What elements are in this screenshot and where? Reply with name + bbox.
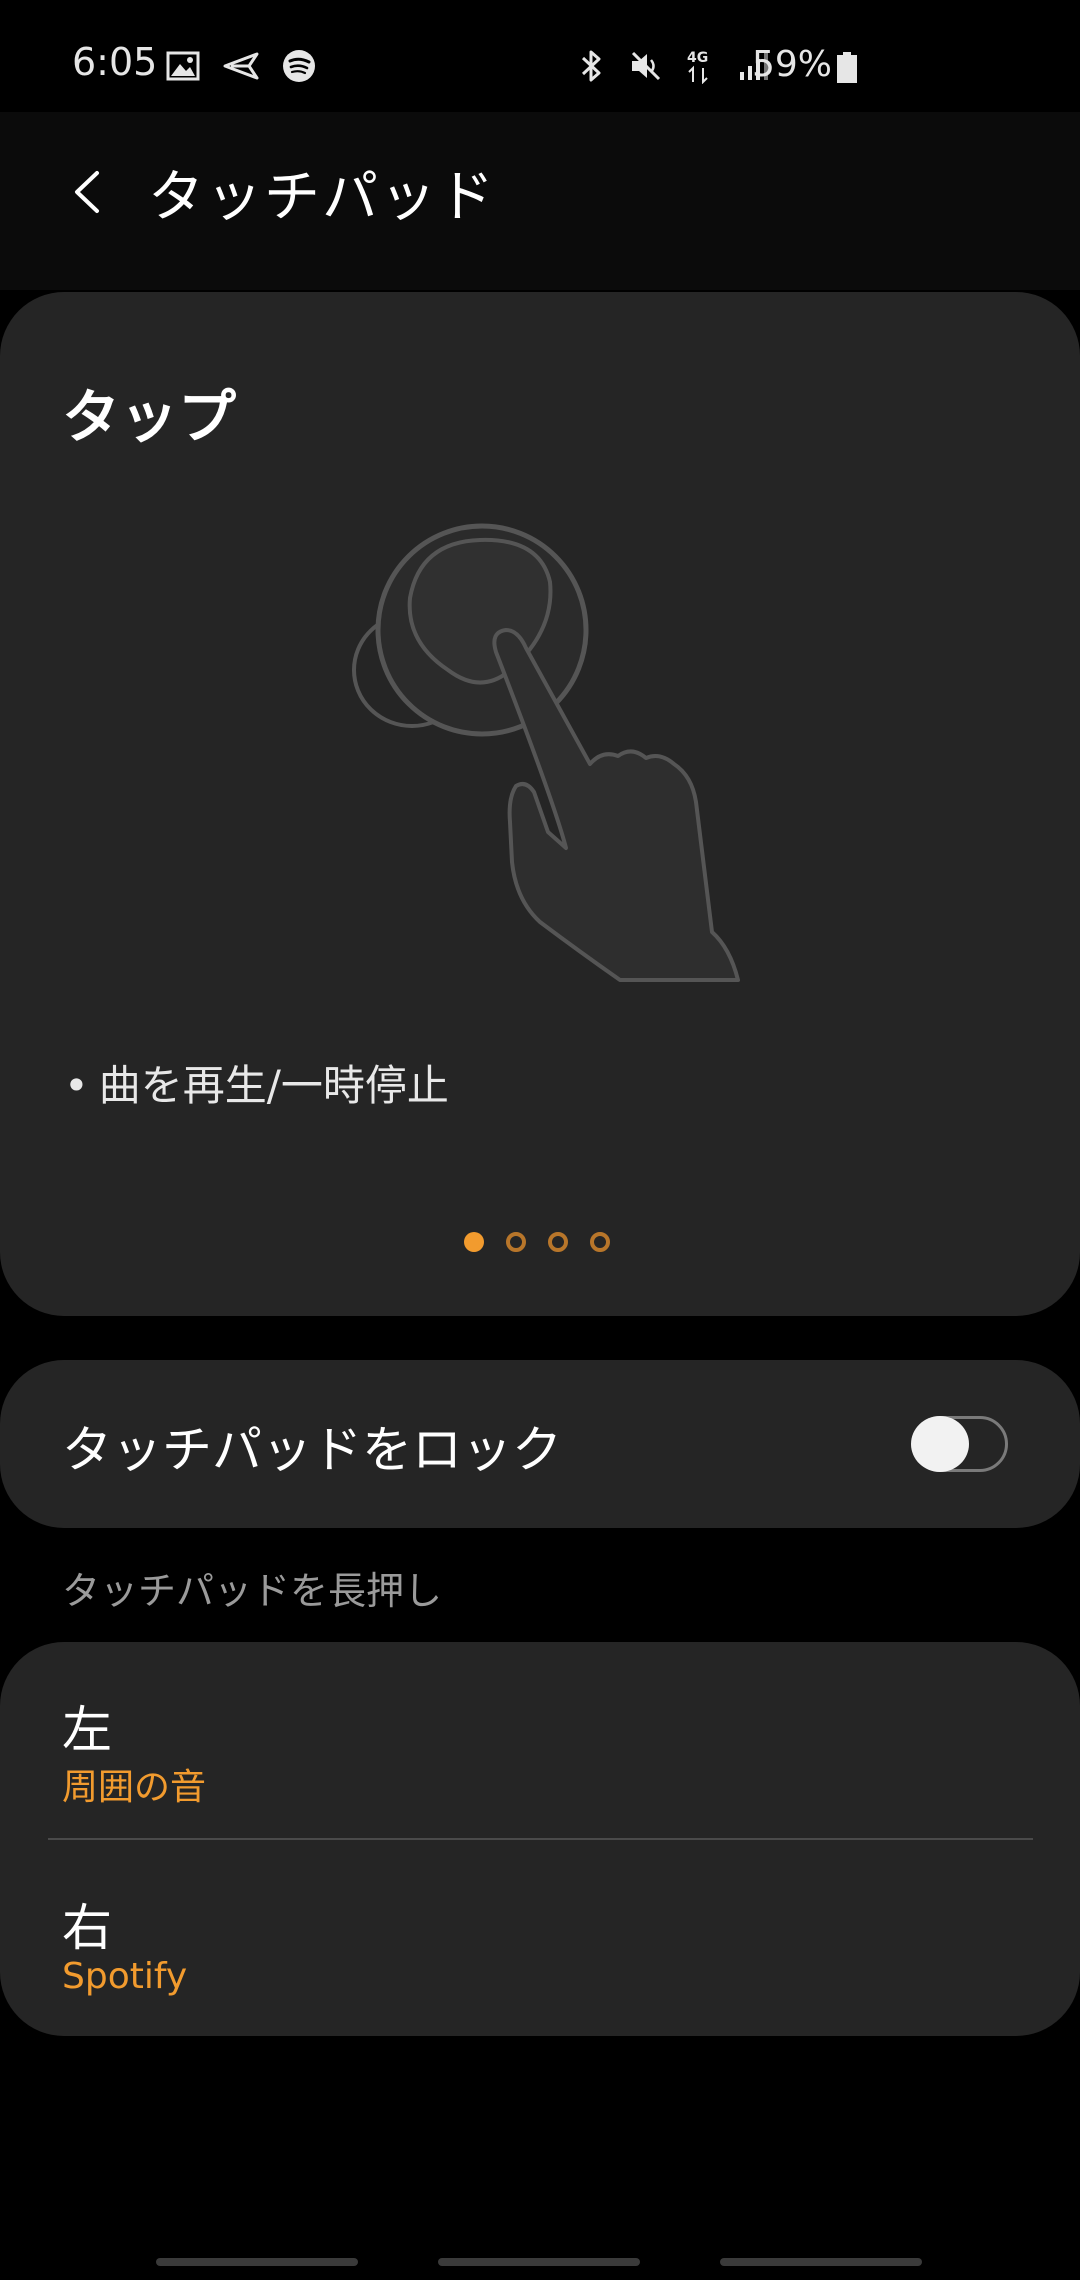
bluetooth-icon [574, 48, 610, 84]
page-dot-4[interactable] [590, 1232, 610, 1252]
status-left-icons [165, 48, 317, 84]
lock-touchpad-row[interactable]: タッチパッドをロック [0, 1360, 1080, 1528]
page-dot-2[interactable] [506, 1232, 526, 1252]
lock-touchpad-switch[interactable] [911, 1416, 1008, 1472]
svg-text:4G: 4G [687, 50, 708, 66]
battery-percent: 59% [752, 44, 833, 85]
nav-back-button[interactable] [720, 2258, 922, 2266]
long-press-right-item[interactable]: 右 Spotify [0, 1840, 1080, 2036]
gallery-icon [165, 48, 201, 84]
long-press-card: 左 周囲の音 右 Spotify [0, 1642, 1080, 2036]
4g-icon: 4G [682, 48, 718, 84]
back-button[interactable] [56, 152, 116, 232]
long-press-left-title: 左 [62, 1701, 112, 1759]
nav-recents-button[interactable] [156, 2258, 358, 2266]
status-time: 6:05 [72, 40, 158, 84]
status-bar: 6:05 4G 59% [0, 0, 1080, 112]
chevron-left-icon [75, 171, 99, 213]
long-press-left-item[interactable]: 左 周囲の音 [0, 1642, 1080, 1840]
switch-knob [911, 1416, 969, 1472]
nav-home-button[interactable] [438, 2258, 640, 2266]
page-indicator[interactable] [464, 1232, 610, 1252]
gesture-title: タップ [62, 383, 237, 451]
battery-icon [836, 52, 858, 88]
app-bar: タッチパッド [0, 112, 1080, 290]
gesture-description: • 曲を再生/一時停止 [64, 1052, 449, 1113]
long-press-section-header: タッチパッドを長押し [62, 1569, 443, 1613]
long-press-left-value: 周囲の音 [62, 1767, 207, 1808]
bullet: • [64, 1061, 89, 1110]
page-dot-3[interactable] [548, 1232, 568, 1252]
mute-icon [628, 48, 664, 84]
send-icon [223, 48, 259, 84]
gesture-card[interactable]: タップ • 曲を再生/一時停止 [0, 292, 1080, 1316]
spotify-icon [281, 48, 317, 84]
long-press-right-value: Spotify [62, 1956, 188, 1997]
earbud-tap-icon [352, 523, 740, 982]
status-right-icons: 4G [574, 48, 772, 84]
page-title: タッチパッド [148, 165, 496, 230]
gesture-description-text: 曲を再生/一時停止 [98, 1061, 449, 1110]
page-dot-1[interactable] [464, 1232, 484, 1252]
long-press-right-title: 右 [62, 1899, 112, 1957]
navigation-bar [0, 2220, 1080, 2280]
lock-touchpad-label: タッチパッドをロック [62, 1421, 562, 1479]
